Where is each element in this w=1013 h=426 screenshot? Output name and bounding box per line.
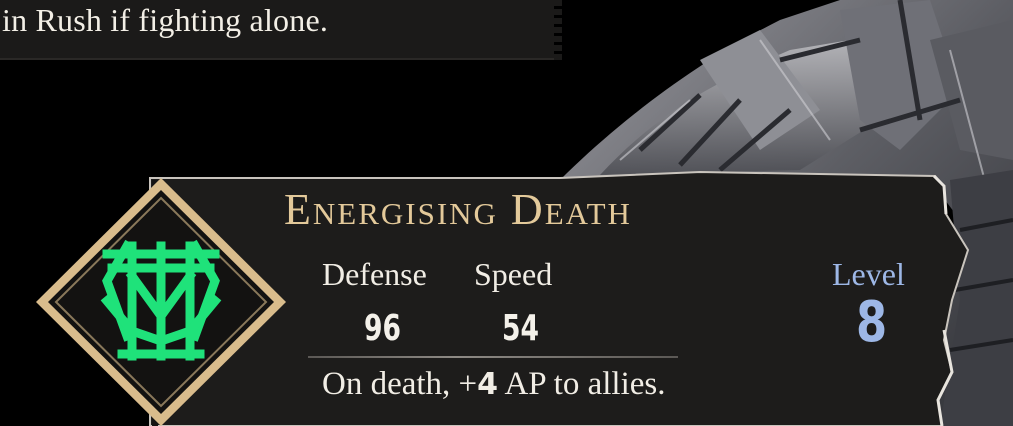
stats-divider	[308, 356, 678, 358]
speed-value: 54	[502, 308, 540, 349]
level-value: 8	[856, 290, 888, 355]
ability-effect-text: On death, +4 AP to allies.	[322, 366, 665, 403]
ability-title: Energising Death	[284, 185, 632, 234]
ability-emblem	[36, 178, 286, 426]
speed-label: Speed	[474, 256, 553, 292]
effect-amount: 4	[477, 367, 499, 402]
defense-label: Defense	[322, 256, 427, 292]
effect-suffix: AP to allies.	[498, 366, 666, 402]
defense-value: 96	[364, 308, 402, 349]
effect-prefix: On death, +	[322, 366, 478, 402]
level-label: Level	[832, 256, 905, 292]
